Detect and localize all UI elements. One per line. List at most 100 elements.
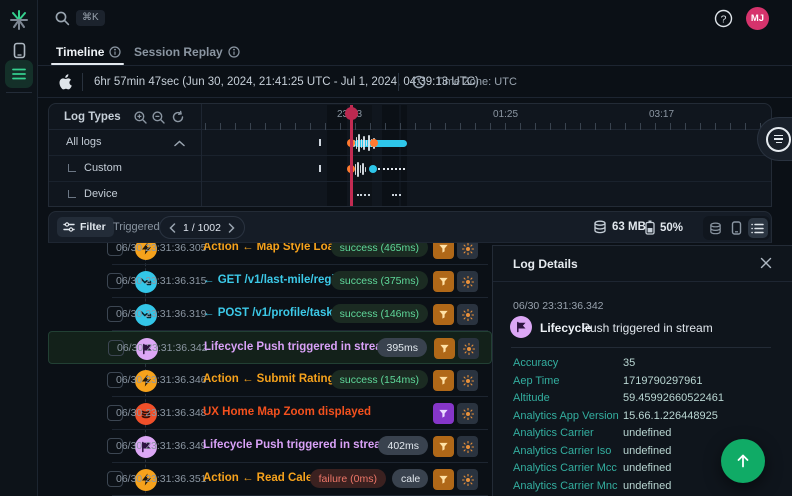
row-highlight-button[interactable] [458,338,479,359]
playhead-line[interactable] [350,105,353,207]
event-dot-series [357,194,370,196]
row-filter-button[interactable] [433,271,454,292]
log-time: 06/30 23:31:36.346 [116,374,207,386]
log-message: UX Home Map Zoom displayed [203,406,371,418]
event-marker[interactable] [370,139,378,147]
timeline-row-device[interactable]: Device [49,182,771,207]
row-filter-button[interactable] [433,436,454,457]
row-filter-button[interactable] [433,304,454,325]
log-row[interactable]: 06/30 23:31:36.315 ← GET /v1/last-mile/r… [48,265,492,298]
log-row[interactable]: 06/30 23:31:36.346 Action ← Submit Ratin… [48,364,492,397]
tree-corner-icon [68,190,76,198]
sun-icon [462,276,474,288]
data-view-toggle[interactable] [705,218,725,238]
filter-button[interactable]: Filter [57,217,114,237]
device-view-toggle[interactable] [726,218,746,238]
reset-zoom-icon[interactable] [171,110,186,125]
chevron-right-icon[interactable] [228,223,235,233]
row-filter-button[interactable] [433,243,454,259]
status-badge: failure (0ms) [310,469,386,488]
search-icon[interactable] [54,10,71,27]
funnel-icon [438,441,449,452]
phone-icon [731,221,742,235]
log-list: 06/30 23:31:36.305 Action ← Map Style Lo… [48,243,492,496]
sun-icon [463,343,475,355]
timeline-row-all-logs[interactable]: All logs [49,130,771,156]
row-highlight-button[interactable] [457,469,478,490]
memory-meter: 63 MB [593,220,646,234]
svg-text:?: ? [721,13,727,25]
funnel-icon [438,309,449,320]
log-row[interactable]: 06/30 23:31:36.319 ← POST /v1/profile/ta… [48,298,492,331]
log-row-selected[interactable]: 06/30 23:31:36.342 Lifecycle Push trigge… [48,331,492,364]
details-title: Log Details [513,257,578,271]
tab-timeline[interactable]: Timeline [56,38,121,65]
app-logo-icon[interactable] [5,6,33,34]
tree-corner-icon [68,164,76,172]
axis-label: 01:25 [493,109,518,120]
topbar: ⌘K ? MJ [38,0,792,38]
row-highlight-button[interactable] [457,370,478,391]
log-time: 06/30 23:31:36.351 [116,473,207,485]
scroll-top-button[interactable] [721,439,765,483]
timeline-row-custom[interactable]: Custom [49,156,771,182]
tabs-bar: Timeline Session Replay [38,38,792,66]
view-switcher [703,216,770,240]
log-row[interactable]: 06/30 23:31:36.349 Lifecycle Push trigge… [48,430,492,463]
battery-meter: 50% [645,220,683,235]
row-highlight-button[interactable] [457,436,478,457]
session-info-bar: 6hr 57min 47sec (Jun 30, 2024, 21:41:25 … [38,66,792,98]
divider [398,73,399,91]
event-marker[interactable] [369,165,377,173]
zoom-out-icon[interactable] [151,110,166,125]
tab-session-replay[interactable]: Session Replay [134,38,240,65]
row-filter-button[interactable] [433,370,454,391]
row-highlight-button[interactable] [457,243,478,259]
lifecycle-icon [510,316,532,338]
status-badge: success (154ms) [331,370,428,389]
timezone-label: Time Zone: UTC [436,76,517,88]
timeline-header: Log Types 23:33 01:25 03:17 [49,104,771,130]
funnel-icon [439,343,450,354]
event-dot-series [392,194,401,196]
row-highlight-button[interactable] [457,403,478,424]
row-highlight-button[interactable] [457,271,478,292]
duration-badge: 402ms [378,436,428,455]
divider [82,73,83,91]
help-icon[interactable]: ? [714,9,733,28]
battery-icon [645,220,655,235]
row-filter-button[interactable] [433,469,454,490]
close-icon[interactable] [759,256,775,272]
panel-column-divider [201,104,202,207]
log-row[interactable]: 06/30 23:31:36.351 Action ← Read Calenda… [48,463,492,496]
log-message: Action ← Submit Rating [203,373,335,385]
sun-icon [462,474,474,486]
row-filter-button[interactable] [434,338,455,359]
timeline-axis-ticks [205,123,765,130]
zoom-in-icon[interactable] [133,110,148,125]
chevron-left-icon[interactable] [169,223,176,233]
detail-field: Altitude59.45992660522461 [513,392,779,409]
funnel-icon [438,276,449,287]
info-icon [109,46,121,58]
row-highlight-button[interactable] [457,304,478,325]
chevron-up-icon[interactable] [174,140,185,147]
status-badge: success (375ms) [331,271,428,290]
avatar[interactable]: MJ [746,7,769,30]
log-time: 06/30 23:31:36.348 [116,407,207,419]
sun-icon [462,441,474,453]
event-dot-series [378,168,405,170]
log-time: 06/30 23:31:36.349 [116,440,207,452]
sessions-nav-icon[interactable] [5,60,33,88]
clock-icon [412,75,426,89]
log-row[interactable]: 06/30 23:31:36.305 Action ← Map Style Lo… [48,243,492,265]
list-view-toggle[interactable] [748,218,768,238]
log-row[interactable]: 06/30 23:31:36.348 UX Home Map Zoom disp… [48,397,492,430]
playhead-marker[interactable] [345,107,358,120]
row-filter-button[interactable] [433,403,454,424]
apple-icon [57,73,74,91]
detail-field: Accuracy35 [513,357,779,374]
database-icon [709,222,722,235]
database-icon [593,220,607,234]
details-header: Log Details [493,246,792,282]
